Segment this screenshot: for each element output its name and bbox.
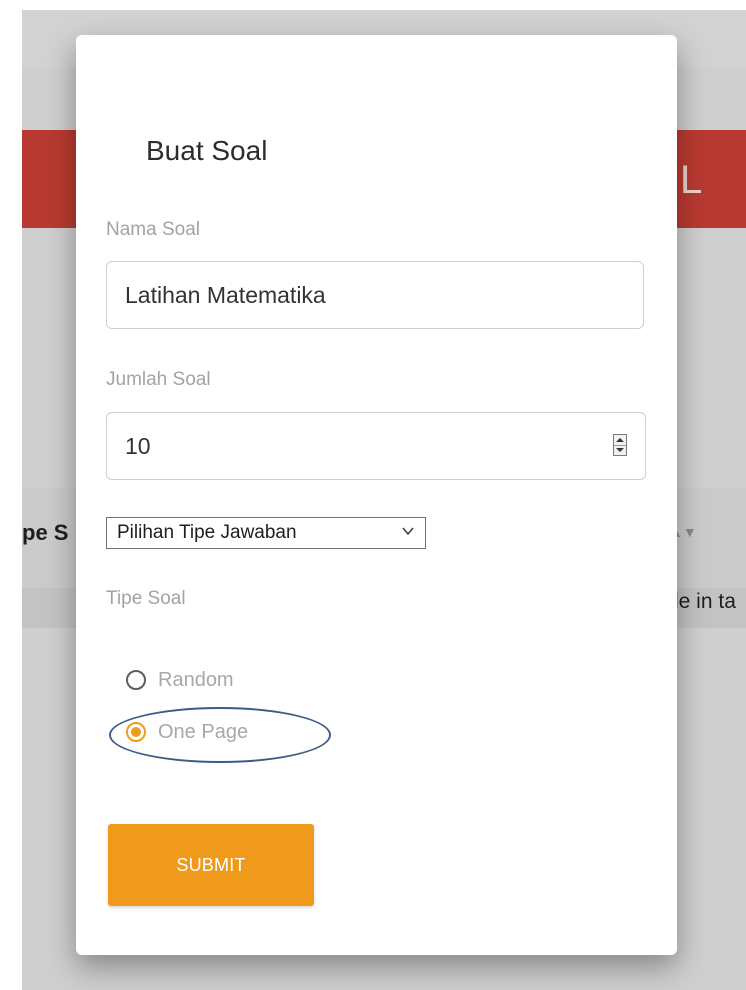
nama-soal-label: Nama Soal [106, 219, 200, 240]
radio-random-button[interactable] [126, 670, 146, 690]
chevron-down-icon [402, 527, 414, 536]
modal-title: Buat Soal [146, 135, 268, 166]
radio-one-page-label[interactable]: One Page [158, 721, 248, 744]
spinner-icon[interactable] [613, 434, 627, 456]
background-header-text: L [680, 158, 703, 202]
radio-one-page-button[interactable] [126, 722, 146, 742]
create-question-modal: Buat Soal Nama Soal Jumlah Soal 10 Pilih… [76, 35, 677, 955]
tipe-soal-label: Tipe Soal [106, 588, 186, 609]
background-column-label: pe S [22, 520, 69, 545]
nama-soal-input[interactable] [106, 261, 644, 329]
tipe-jawaban-selected: Pilihan Tipe Jawaban [117, 522, 297, 543]
page: L pe S ▲▼ le in ta Buat Soal Nama Soal J… [0, 0, 746, 990]
radio-one-page[interactable]: One Page [126, 717, 248, 747]
radio-random[interactable]: Random [126, 665, 234, 695]
spinner-down-icon[interactable] [614, 445, 626, 455]
background-empty-text: le in ta [674, 590, 736, 613]
radio-random-label[interactable]: Random [158, 669, 234, 692]
jumlah-soal-label: Jumlah Soal [106, 369, 211, 390]
tipe-jawaban-select[interactable]: Pilihan Tipe Jawaban [106, 517, 426, 549]
jumlah-soal-input[interactable]: 10 [106, 412, 646, 480]
jumlah-soal-value: 10 [125, 433, 151, 459]
submit-button[interactable]: SUBMIT [108, 824, 314, 906]
